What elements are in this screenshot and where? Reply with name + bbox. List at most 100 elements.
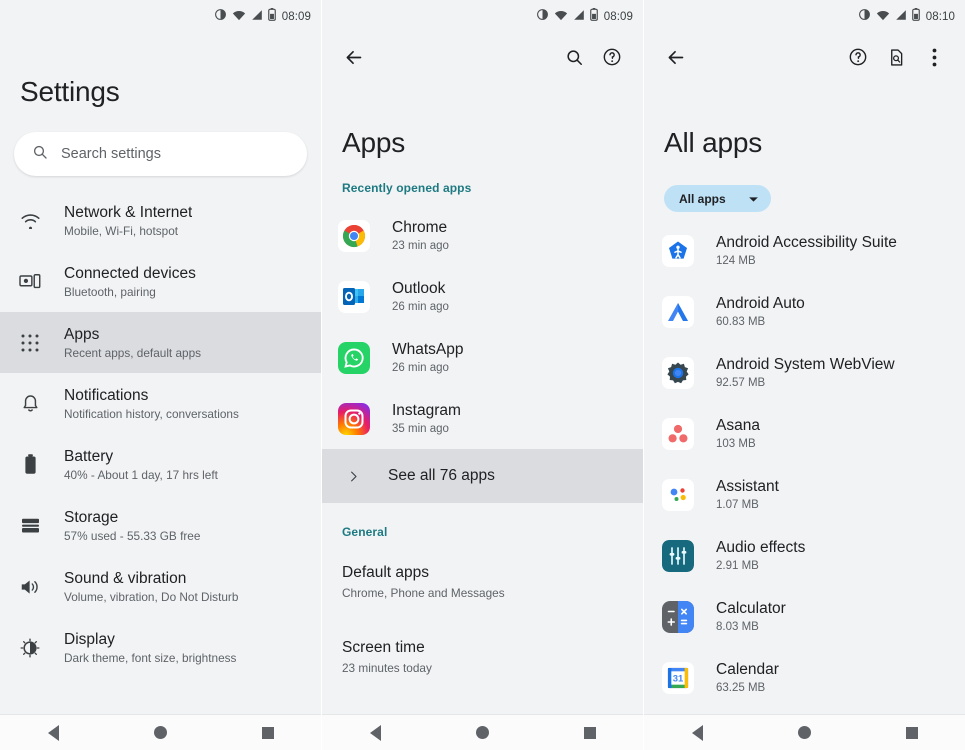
wifi-icon xyxy=(554,8,568,26)
search-settings-box[interactable]: Search settings xyxy=(14,132,307,176)
home-nav-button[interactable] xyxy=(783,715,827,750)
status-bar: 08:09 xyxy=(0,0,321,34)
triangle-back-icon xyxy=(370,724,381,741)
filter-chip-all-apps[interactable]: All apps xyxy=(664,185,771,212)
recents-nav-button[interactable] xyxy=(890,715,934,750)
back-nav-button[interactable] xyxy=(354,715,398,750)
sidebar-item-battery[interactable]: Battery 40% - About 1 day, 17 hrs left xyxy=(0,434,321,495)
back-button[interactable] xyxy=(658,40,692,74)
sidebar-item-title: Storage xyxy=(64,508,119,526)
settings-list: Network & Internet Mobile, Wi-Fi, hotspo… xyxy=(0,190,321,678)
list-item[interactable]: Calculator 8.03 MB xyxy=(644,586,965,647)
help-button[interactable] xyxy=(841,40,875,74)
list-item[interactable]: 31 Calendar 63.25 MB xyxy=(644,647,965,708)
accessibility-suite-icon xyxy=(662,234,694,267)
sidebar-item-title: Network & Internet xyxy=(64,203,193,221)
item-title: Screen time xyxy=(342,639,425,656)
sidebar-item-title: Apps xyxy=(64,325,100,343)
app-name: Asana xyxy=(716,416,760,434)
overflow-menu-button[interactable] xyxy=(917,40,951,74)
system-navigation-bar xyxy=(322,714,643,750)
list-item[interactable]: Android Accessibility Suite 124 MB xyxy=(644,220,965,281)
back-button[interactable] xyxy=(336,40,370,74)
recents-nav-button[interactable] xyxy=(246,715,290,750)
sidebar-item-sound[interactable]: Sound & vibration Volume, vibration, Do … xyxy=(0,556,321,617)
list-item[interactable]: Android System WebView 92.57 MB xyxy=(644,342,965,403)
assistant-icon xyxy=(662,478,694,511)
app-name: Outlook xyxy=(392,279,446,297)
system-navigation-bar xyxy=(644,714,965,750)
app-name: Android System WebView xyxy=(716,355,895,373)
svg-text:31: 31 xyxy=(673,673,684,684)
item-title: Default apps xyxy=(342,564,430,581)
brightness-icon xyxy=(858,8,871,26)
sidebar-item-notifications[interactable]: Notifications Notification history, conv… xyxy=(0,373,321,434)
whatsapp-icon xyxy=(338,341,370,374)
list-item[interactable]: Chrome 23 min ago xyxy=(322,205,643,266)
list-item[interactable]: Outlook 26 min ago xyxy=(322,266,643,327)
triangle-back-icon xyxy=(692,724,703,741)
brightness-icon xyxy=(14,637,46,658)
app-name: Android Auto xyxy=(716,294,805,312)
item-subtitle: 23 minutes today xyxy=(342,661,432,675)
app-meta: 26 min ago xyxy=(392,300,449,313)
app-report-button[interactable] xyxy=(879,40,913,74)
page-title: All apps xyxy=(664,127,763,158)
chevron-right-icon xyxy=(338,469,368,484)
back-nav-button[interactable] xyxy=(676,715,720,750)
section-header-general: General xyxy=(342,525,388,539)
app-meta: 23 min ago xyxy=(392,239,449,252)
brightness-icon xyxy=(214,8,227,26)
signal-icon xyxy=(895,8,907,26)
battery-icon xyxy=(267,8,276,26)
list-item[interactable]: Instagram 35 min ago xyxy=(322,388,643,449)
circle-home-icon xyxy=(476,726,489,739)
app-name: Chrome xyxy=(392,218,448,236)
connected-devices-icon xyxy=(14,273,46,290)
back-nav-button[interactable] xyxy=(32,715,76,750)
instagram-icon xyxy=(338,402,370,435)
wifi-icon xyxy=(232,8,246,26)
help-button[interactable] xyxy=(595,40,629,74)
battery-icon xyxy=(14,454,46,475)
home-nav-button[interactable] xyxy=(461,715,505,750)
action-bar xyxy=(644,34,965,80)
app-name: Calendar xyxy=(716,660,779,678)
circle-home-icon xyxy=(154,726,167,739)
home-nav-button[interactable] xyxy=(139,715,183,750)
page-title: Settings xyxy=(20,76,120,107)
circle-home-icon xyxy=(798,726,811,739)
signal-icon xyxy=(573,8,585,26)
triangle-back-icon xyxy=(48,724,59,741)
recent-apps-list: Chrome 23 min ago Outlook 26 min ago Wha… xyxy=(322,205,643,449)
panel-settings: 08:09 Settings Search settings Network &… xyxy=(0,0,322,750)
search-button[interactable] xyxy=(557,40,591,74)
list-item[interactable]: Audio effects 2.91 MB xyxy=(644,525,965,586)
outlook-icon xyxy=(338,280,370,313)
list-item[interactable]: WhatsApp 26 min ago xyxy=(322,327,643,388)
sidebar-item-subtitle: Volume, vibration, Do Not Disturb xyxy=(64,589,239,604)
recents-nav-button[interactable] xyxy=(568,715,612,750)
sidebar-item-subtitle: 57% used - 55.33 GB free xyxy=(64,528,201,543)
sidebar-item-network[interactable]: Network & Internet Mobile, Wi-Fi, hotspo… xyxy=(0,190,321,251)
see-all-apps-row[interactable]: See all 76 apps xyxy=(322,449,643,503)
app-name: Android Accessibility Suite xyxy=(716,233,897,251)
list-item-screen-time[interactable]: Screen time 23 minutes today xyxy=(322,628,643,687)
list-item[interactable]: Asana 103 MB xyxy=(644,403,965,464)
app-size: 63.25 MB xyxy=(716,681,766,694)
sidebar-item-connected-devices[interactable]: Connected devices Bluetooth, pairing xyxy=(0,251,321,312)
page-title: Apps xyxy=(342,127,406,158)
sidebar-item-display[interactable]: Display Dark theme, font size, brightnes… xyxy=(0,617,321,678)
all-apps-list: Android Accessibility Suite 124 MB Andro… xyxy=(644,220,965,708)
sidebar-item-apps[interactable]: Apps Recent apps, default apps xyxy=(0,312,321,373)
list-item-default-apps[interactable]: Default apps Chrome, Phone and Messages xyxy=(322,553,643,612)
search-icon xyxy=(32,144,48,165)
app-name: Instagram xyxy=(392,401,461,419)
app-meta: 35 min ago xyxy=(392,422,449,435)
list-item[interactable]: Assistant 1.07 MB xyxy=(644,464,965,525)
audio-effects-icon xyxy=(662,539,694,572)
sidebar-item-storage[interactable]: Storage 57% used - 55.33 GB free xyxy=(0,495,321,556)
list-item[interactable]: Android Auto 60.83 MB xyxy=(644,281,965,342)
search-input-placeholder: Search settings xyxy=(61,146,161,162)
brightness-icon xyxy=(536,8,549,26)
